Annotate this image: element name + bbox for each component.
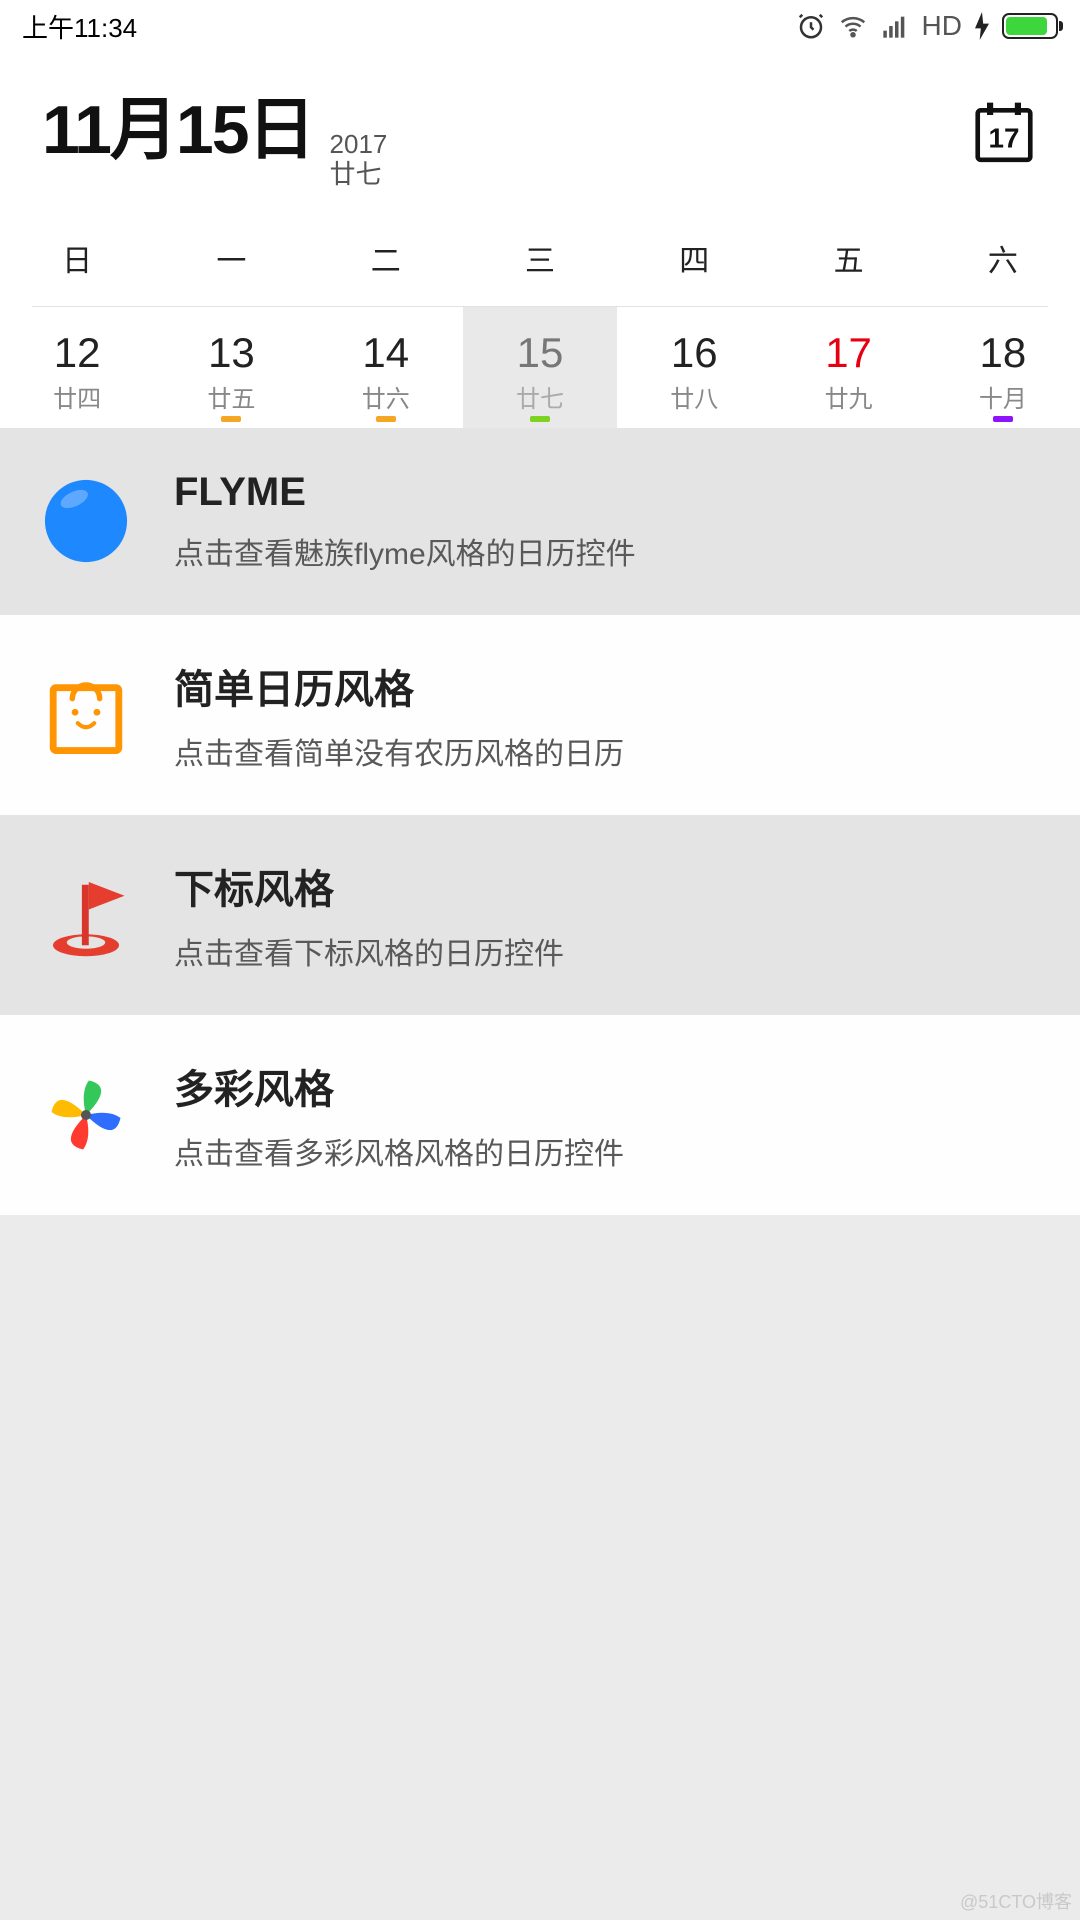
calendar-icon: 17 [970,98,1038,166]
status-time: 上午11:34 [22,8,137,45]
item-title: 简单日历风格 [174,657,624,715]
weekday-sat: 六 [926,236,1080,280]
day-cell-16[interactable]: 16 廿八 [617,307,771,428]
flag-icon [38,867,134,963]
day-num: 13 [208,329,255,377]
pinwheel-icon [38,1067,134,1163]
item-title: 下标风格 [174,857,564,915]
weekday-tue: 二 [309,236,463,280]
list-item-simple[interactable]: 简单日历风格 点击查看简单没有农历风格的日历 [0,615,1080,815]
balloon-icon [38,473,134,569]
event-dot [993,416,1013,422]
day-lunar: 廿七 [516,379,564,414]
wifi-icon [838,11,868,41]
weekday-sun: 日 [0,236,154,280]
day-num: 15 [517,329,564,377]
day-cell-13[interactable]: 13 廿五 [154,307,308,428]
page-title-lunar: 廿七 [330,160,388,190]
watermark: @51CTO博客 [960,1888,1072,1914]
day-cell-12[interactable]: 12 廿四 [0,307,154,428]
status-bar: 上午11:34 HD [0,0,1080,52]
day-cell-18[interactable]: 18 十月 [926,307,1080,428]
day-num: 17 [825,329,872,377]
weekday-wed: 三 [463,236,617,280]
day-lunar: 廿五 [207,379,255,414]
hd-indicator: HD [922,10,962,42]
day-lunar: 廿六 [362,379,410,414]
day-num: 12 [54,329,101,377]
signal-icon [880,12,910,40]
item-sub: 点击查看多彩风格风格的日历控件 [174,1129,624,1173]
day-lunar: 廿九 [825,379,873,414]
day-cell-17[interactable]: 17 廿九 [771,307,925,428]
item-sub: 点击查看魅族flyme风格的日历控件 [174,529,636,573]
weekday-fri: 五 [771,236,925,280]
event-dot [221,416,241,422]
weekday-mon: 一 [154,236,308,280]
page-title-date: 11月15日 [42,74,314,173]
event-dot [376,416,396,422]
list-item-colorful[interactable]: 多彩风格 点击查看多彩风格风格的日历控件 [0,1015,1080,1215]
weekday-row: 日 一 二 三 四 五 六 [0,208,1080,306]
day-lunar: 廿八 [670,379,718,414]
weekday-thu: 四 [617,236,771,280]
svg-text:17: 17 [989,122,1020,153]
day-cell-15-selected[interactable]: 15 廿七 [463,307,617,428]
week-row: 12 廿四 13 廿五 14 廿六 15 廿七 16 廿八 17 廿九 18 十… [0,307,1080,428]
day-lunar: 廿四 [53,379,101,414]
day-num: 16 [671,329,718,377]
alarm-icon [796,11,826,41]
today-button[interactable]: 17 [970,98,1038,166]
header: 11月15日 2017 廿七 17 [0,52,1080,208]
item-title: 多彩风格 [174,1057,624,1115]
item-sub: 点击查看下标风格的日历控件 [174,929,564,973]
page-title-year: 2017 [330,130,388,160]
event-dot [530,416,550,422]
shopping-bag-icon [38,667,134,763]
day-num: 14 [362,329,409,377]
item-sub: 点击查看简单没有农历风格的日历 [174,729,624,773]
battery-icon [1002,13,1058,39]
charging-icon [974,12,990,40]
day-cell-14[interactable]: 14 廿六 [309,307,463,428]
day-lunar: 十月 [979,379,1027,414]
day-num: 18 [979,329,1026,377]
list-item-flyme[interactable]: FLYME 点击查看魅族flyme风格的日历控件 [0,428,1080,615]
item-title: FLYME [174,470,636,515]
list-item-index[interactable]: 下标风格 点击查看下标风格的日历控件 [0,815,1080,1015]
